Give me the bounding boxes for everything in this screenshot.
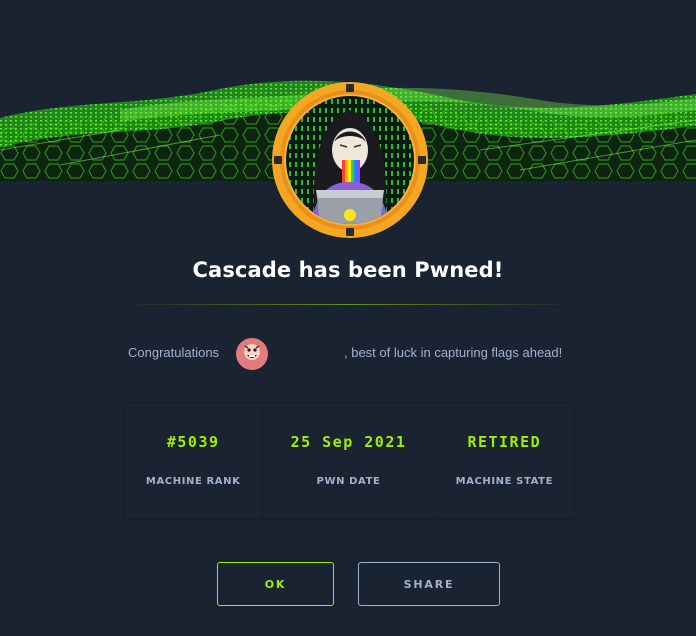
stat-label: MACHINE RANK <box>145 476 241 487</box>
machine-avatar <box>270 80 430 240</box>
pwned-title: Cascade has been Pwned! <box>192 258 504 282</box>
stat-machine-state: RETIRED MACHINE STATE <box>433 403 574 519</box>
stat-pwn-date: 25 Sep 2021 PWN DATE <box>262 403 433 519</box>
stat-label: MACHINE STATE <box>455 476 554 487</box>
congrats-prefix: Congratulations <box>128 345 220 360</box>
stat-value: #5039 <box>166 433 220 451</box>
congrats-message: Congratulations , best of luck in captur… <box>0 336 696 372</box>
stat-machine-rank: #5039 MACHINE RANK <box>124 403 262 519</box>
stat-value: RETIRED <box>467 433 542 451</box>
ok-button[interactable]: OK <box>217 562 334 606</box>
user-avatar-icon[interactable] <box>236 338 268 370</box>
stat-value: 25 Sep 2021 <box>290 433 407 451</box>
share-button[interactable]: SHARE <box>358 562 500 606</box>
machine-avatar-icon <box>272 82 428 238</box>
title-divider <box>123 304 575 305</box>
stats-panel: #5039 MACHINE RANK 25 Sep 2021 PWN DATE … <box>123 402 575 520</box>
congrats-suffix: , best of luck in capturing flags ahead! <box>344 345 563 360</box>
stat-label: PWN DATE <box>316 476 381 487</box>
username[interactable] <box>274 345 342 363</box>
